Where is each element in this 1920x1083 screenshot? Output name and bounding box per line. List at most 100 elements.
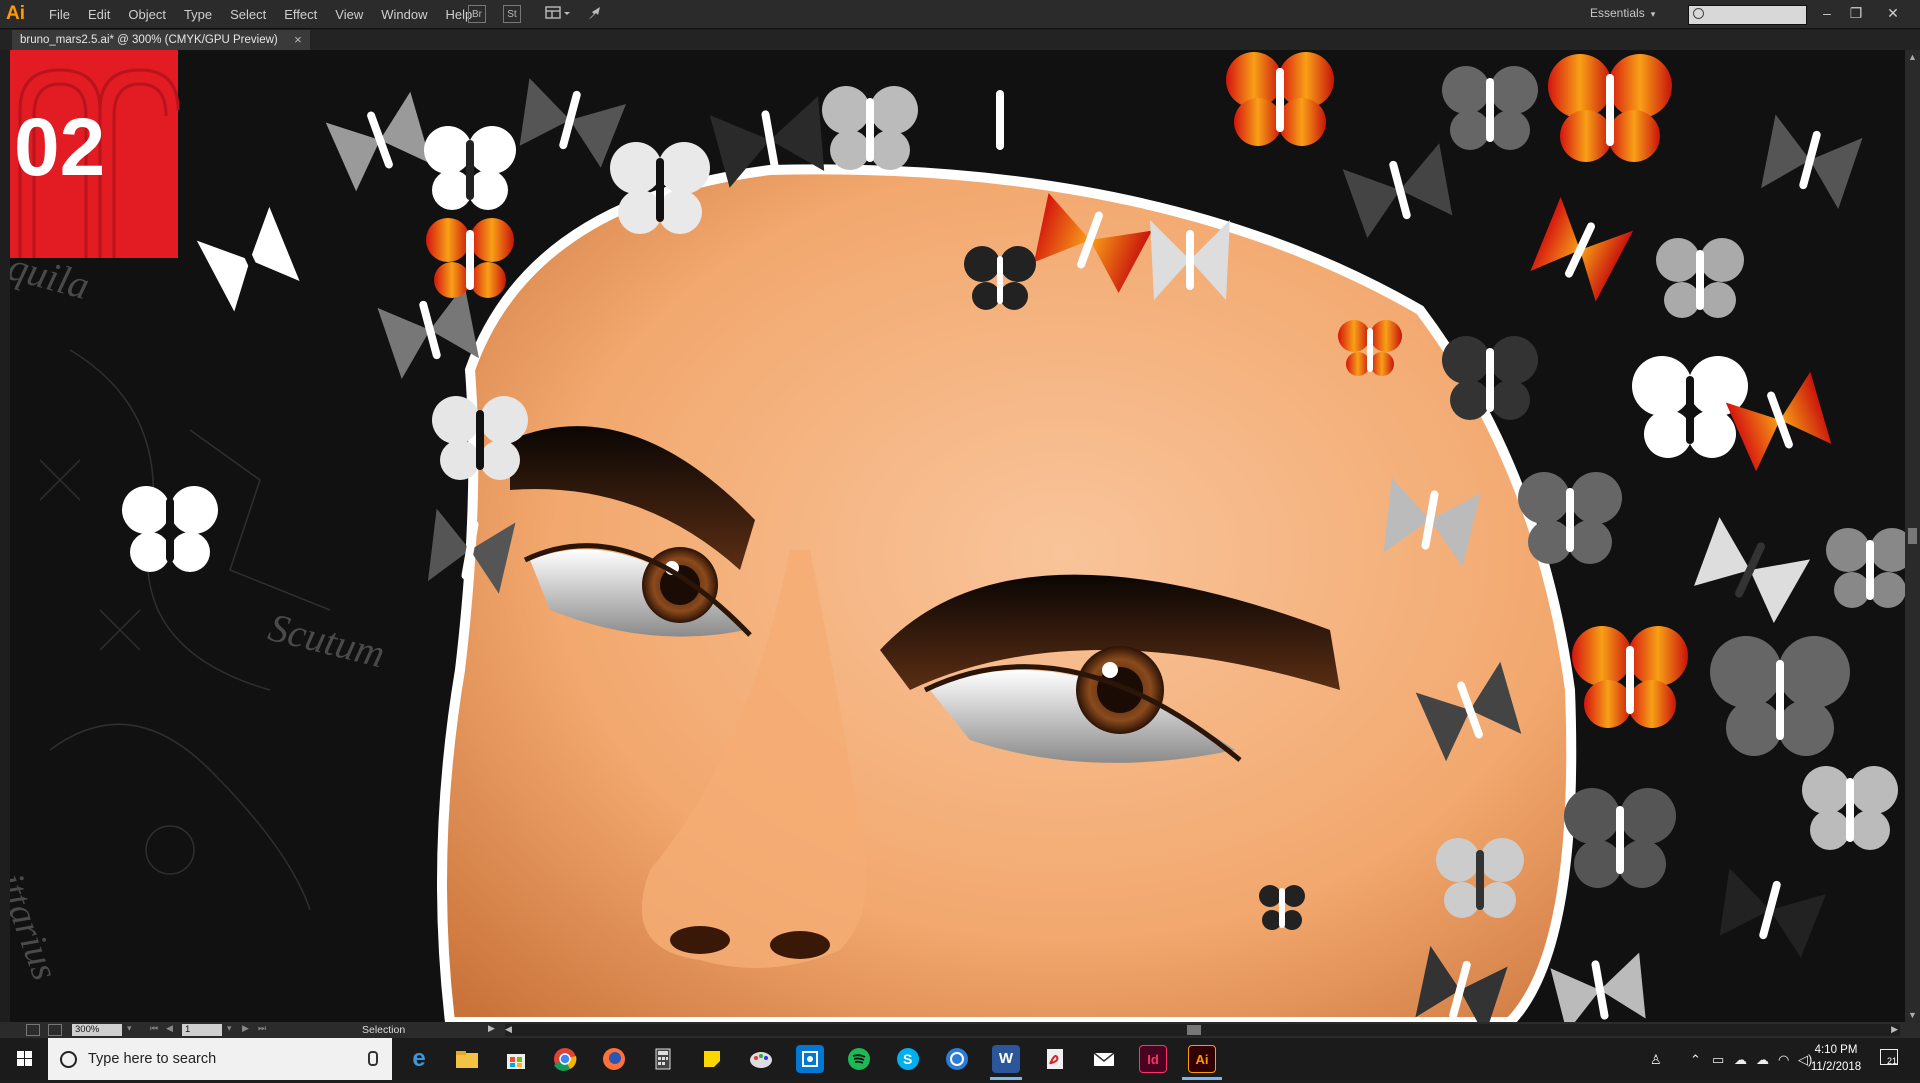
scroll-down-icon[interactable]: ▼: [1905, 1008, 1920, 1022]
edge-icon[interactable]: e: [405, 1045, 433, 1073]
first-artboard-icon[interactable]: ⏮: [150, 1023, 158, 1034]
vertical-scrollbar[interactable]: ▲ ▼: [1905, 50, 1920, 1022]
word-icon[interactable]: W: [992, 1045, 1020, 1073]
artboard-navigation-icon[interactable]: [26, 1024, 40, 1036]
start-button[interactable]: [0, 1038, 48, 1080]
gpu-performance-button[interactable]: [586, 5, 606, 23]
arrange-documents-button[interactable]: [545, 5, 571, 23]
artboard-dropdown-icon[interactable]: ▾: [227, 1023, 232, 1034]
onedrive-icon[interactable]: ☁: [1734, 1052, 1747, 1068]
workspace-switcher[interactable]: Essentials ▾: [1590, 6, 1655, 20]
sticky-notes-icon[interactable]: [698, 1045, 726, 1073]
stock-button[interactable]: St: [503, 5, 521, 23]
arrange-documents-icon: [545, 6, 570, 19]
battery-icon[interactable]: ▭: [1712, 1052, 1724, 1068]
artboard-canvas[interactable]: quila Scutum ittarius 02: [10, 50, 1905, 1022]
butterfly: [1826, 528, 1905, 608]
next-artboard-icon[interactable]: ▶: [242, 1023, 249, 1034]
scroll-up-icon[interactable]: ▲: [1905, 50, 1920, 64]
bridge-button[interactable]: Br: [468, 5, 486, 23]
scroll-right-icon[interactable]: ▶: [1891, 1024, 1898, 1035]
mail-icon[interactable]: [1090, 1045, 1118, 1073]
paint-icon[interactable]: [747, 1045, 775, 1073]
previous-artboard-icon[interactable]: ◀: [166, 1023, 173, 1034]
wifi-icon[interactable]: ◠: [1778, 1052, 1789, 1068]
search-input[interactable]: [1688, 5, 1807, 25]
butterfly: [1530, 196, 1634, 302]
document-tab-bar: bruno_mars2.5.ai* @ 300% (CMYK/GPU Previ…: [0, 30, 1920, 50]
taskbar-search-placeholder: Type here to search: [88, 1051, 217, 1067]
spotify-icon[interactable]: [845, 1045, 873, 1073]
vertical-scroll-thumb[interactable]: [1908, 528, 1917, 544]
people-icon[interactable]: ♙: [1650, 1052, 1662, 1068]
butterfly: [1761, 114, 1863, 209]
butterfly: [1550, 952, 1646, 1022]
menu-file[interactable]: File: [40, 0, 79, 29]
butterfly: [424, 126, 516, 210]
cortana-icon: [60, 1051, 77, 1068]
butterfly: [1694, 517, 1811, 624]
browser-icon[interactable]: [943, 1045, 971, 1073]
menu-object[interactable]: Object: [119, 0, 175, 29]
network-icon[interactable]: ☁: [1756, 1052, 1769, 1068]
chevron-down-icon: ▾: [1650, 9, 1656, 19]
microphone-icon[interactable]: [368, 1051, 378, 1066]
badge-number: 02: [14, 102, 105, 193]
main-menu: File Edit Object Type Select Effect View…: [40, 0, 481, 29]
calculator-icon[interactable]: [649, 1045, 677, 1073]
taskbar-search-box[interactable]: Type here to search: [48, 1038, 392, 1080]
menu-type[interactable]: Type: [175, 0, 221, 29]
number-badge: 02: [10, 50, 180, 258]
minimize-button[interactable]: –: [1814, 2, 1840, 24]
scroll-left-icon[interactable]: ◀: [505, 1024, 512, 1035]
indesign-icon[interactable]: Id: [1139, 1045, 1167, 1073]
butterfly: [426, 218, 514, 298]
clock-time: 4:10 PM: [1814, 1044, 1858, 1056]
windows-taskbar: Type here to search e S W Id Ai ♙ ⌃ ▭ ☁ …: [0, 1038, 1920, 1080]
menu-effect[interactable]: Effect: [275, 0, 326, 29]
horizontal-scroll-thumb[interactable]: [1187, 1025, 1201, 1035]
share-icon[interactable]: [48, 1024, 62, 1036]
butterfly: [1548, 54, 1672, 162]
acrobat-icon[interactable]: [1041, 1045, 1069, 1073]
rocket-icon: [589, 7, 600, 19]
butterfly: [1572, 626, 1688, 728]
zoom-level-field[interactable]: 300%: [72, 1024, 122, 1036]
notification-center-icon[interactable]: 21: [1880, 1049, 1898, 1066]
constellation-label: ittarius: [10, 868, 66, 986]
chrome-icon[interactable]: [551, 1045, 579, 1073]
skype-icon[interactable]: S: [894, 1045, 922, 1073]
document-tab[interactable]: bruno_mars2.5.ai* @ 300% (CMYK/GPU Previ…: [12, 30, 310, 50]
clock[interactable]: 4:10 PM 11/2/2018: [1806, 1042, 1866, 1076]
butterfly: [1518, 472, 1622, 564]
artwork: quila Scutum ittarius 02: [10, 50, 1905, 1022]
store-icon[interactable]: [502, 1045, 530, 1073]
document-tab-title: bruno_mars2.5.ai* @ 300% (CMYK/GPU Previ…: [20, 34, 278, 46]
clock-date: 11/2/2018: [1810, 1061, 1862, 1073]
status-menu-icon[interactable]: ▶: [488, 1023, 495, 1034]
menu-window[interactable]: Window: [372, 0, 436, 29]
butterfly: [122, 486, 218, 572]
outlook-icon[interactable]: [796, 1045, 824, 1073]
chevron-up-icon[interactable]: ⌃: [1690, 1052, 1701, 1068]
horizontal-scrollbar[interactable]: ◀ ▶: [505, 1024, 1900, 1036]
zoom-dropdown-icon[interactable]: ▾: [127, 1023, 132, 1034]
butterfly: [1442, 336, 1538, 420]
butterfly: [1338, 320, 1402, 376]
firefox-icon[interactable]: [600, 1045, 628, 1073]
menu-select[interactable]: Select: [221, 0, 275, 29]
butterfly: [1564, 788, 1676, 888]
restore-button[interactable]: ❐: [1843, 2, 1869, 24]
artboard-number-field[interactable]: 1: [182, 1024, 222, 1036]
butterfly: [1342, 143, 1453, 239]
workspace-label: Essentials: [1590, 6, 1645, 20]
butterfly: [519, 78, 627, 168]
menu-view[interactable]: View: [326, 0, 372, 29]
file-explorer-icon[interactable]: [453, 1045, 481, 1073]
close-tab-icon[interactable]: ×: [294, 30, 302, 50]
last-artboard-icon[interactable]: ⏭: [258, 1023, 266, 1034]
close-window-button[interactable]: ✕: [1880, 2, 1906, 24]
menu-edit[interactable]: Edit: [79, 0, 119, 29]
search-icon: [1693, 8, 1704, 19]
illustrator-icon[interactable]: Ai: [1188, 1045, 1216, 1073]
